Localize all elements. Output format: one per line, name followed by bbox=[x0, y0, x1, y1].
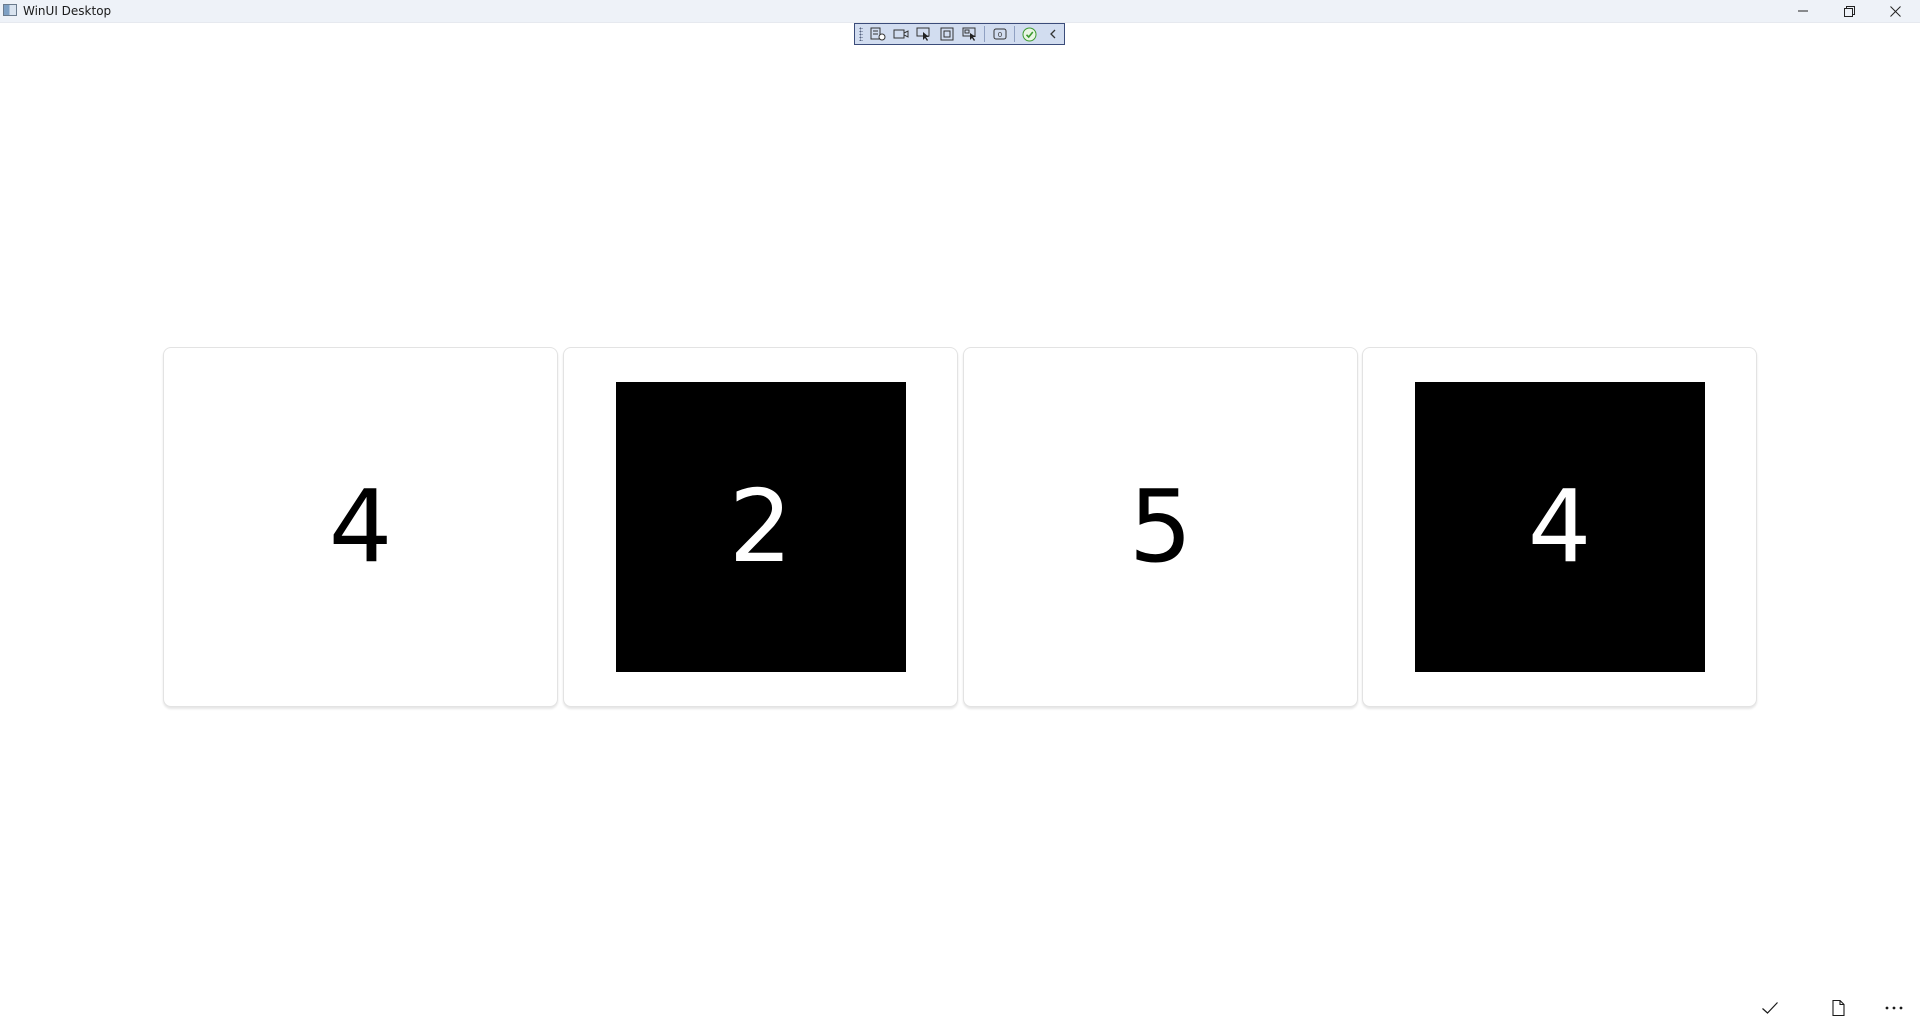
restore-button[interactable] bbox=[1826, 0, 1872, 22]
card-value: 2 bbox=[728, 468, 793, 585]
display-layout-adorners-icon bbox=[940, 27, 954, 41]
record-button[interactable] bbox=[890, 25, 913, 43]
toolbar-separator bbox=[984, 26, 986, 42]
live-visual-tree-button[interactable] bbox=[867, 25, 890, 43]
binding-failures-icon: 0 bbox=[993, 28, 1007, 40]
svg-text:0: 0 bbox=[998, 31, 1002, 39]
card-4[interactable]: 4 bbox=[1362, 347, 1757, 707]
collapse-chevron-icon bbox=[1049, 29, 1055, 39]
card-face: 2 bbox=[615, 382, 906, 672]
minimize-icon bbox=[1798, 10, 1808, 12]
close-icon bbox=[1889, 5, 1901, 17]
window-title: WinUI Desktop bbox=[23, 4, 112, 18]
toolbar-grip[interactable] bbox=[859, 27, 863, 41]
app-icon bbox=[3, 4, 17, 16]
card-value: 4 bbox=[328, 468, 393, 585]
select-element-button[interactable] bbox=[913, 25, 936, 43]
accept-button[interactable] bbox=[1750, 992, 1790, 1024]
minimize-button[interactable] bbox=[1780, 0, 1826, 22]
more-icon bbox=[1885, 1006, 1903, 1010]
select-element-icon bbox=[916, 27, 930, 41]
live-visual-tree-icon bbox=[870, 27, 886, 41]
page-button[interactable] bbox=[1818, 992, 1858, 1024]
checkmark-icon bbox=[1762, 1002, 1778, 1014]
toolbar-separator bbox=[1014, 26, 1016, 42]
close-button[interactable] bbox=[1872, 0, 1918, 22]
card-face: 5 bbox=[1016, 382, 1306, 672]
xaml-debug-toolbar: 0 bbox=[854, 23, 1065, 45]
track-focus-button[interactable] bbox=[958, 25, 981, 43]
restore-icon bbox=[1843, 5, 1855, 17]
card-1[interactable]: 4 bbox=[163, 347, 558, 707]
more-button[interactable] bbox=[1874, 992, 1914, 1024]
record-icon bbox=[893, 29, 909, 39]
binding-failures-button[interactable]: 0 bbox=[988, 25, 1011, 43]
track-focus-icon bbox=[962, 27, 976, 41]
card-3[interactable]: 5 bbox=[963, 347, 1358, 707]
card-face: 4 bbox=[216, 382, 506, 672]
card-face: 4 bbox=[1414, 382, 1705, 672]
hot-reload-status-button[interactable] bbox=[1018, 25, 1041, 43]
collapse-toolbar-button[interactable] bbox=[1041, 25, 1064, 43]
card-2[interactable]: 2 bbox=[563, 347, 958, 707]
hot-reload-status-icon bbox=[1022, 27, 1037, 41]
card-value: 5 bbox=[1128, 468, 1193, 585]
page-icon bbox=[1831, 1000, 1845, 1016]
card-value: 4 bbox=[1527, 468, 1592, 585]
display-layout-adorners-button[interactable] bbox=[936, 25, 959, 43]
title-bar: WinUI Desktop bbox=[0, 0, 1920, 23]
